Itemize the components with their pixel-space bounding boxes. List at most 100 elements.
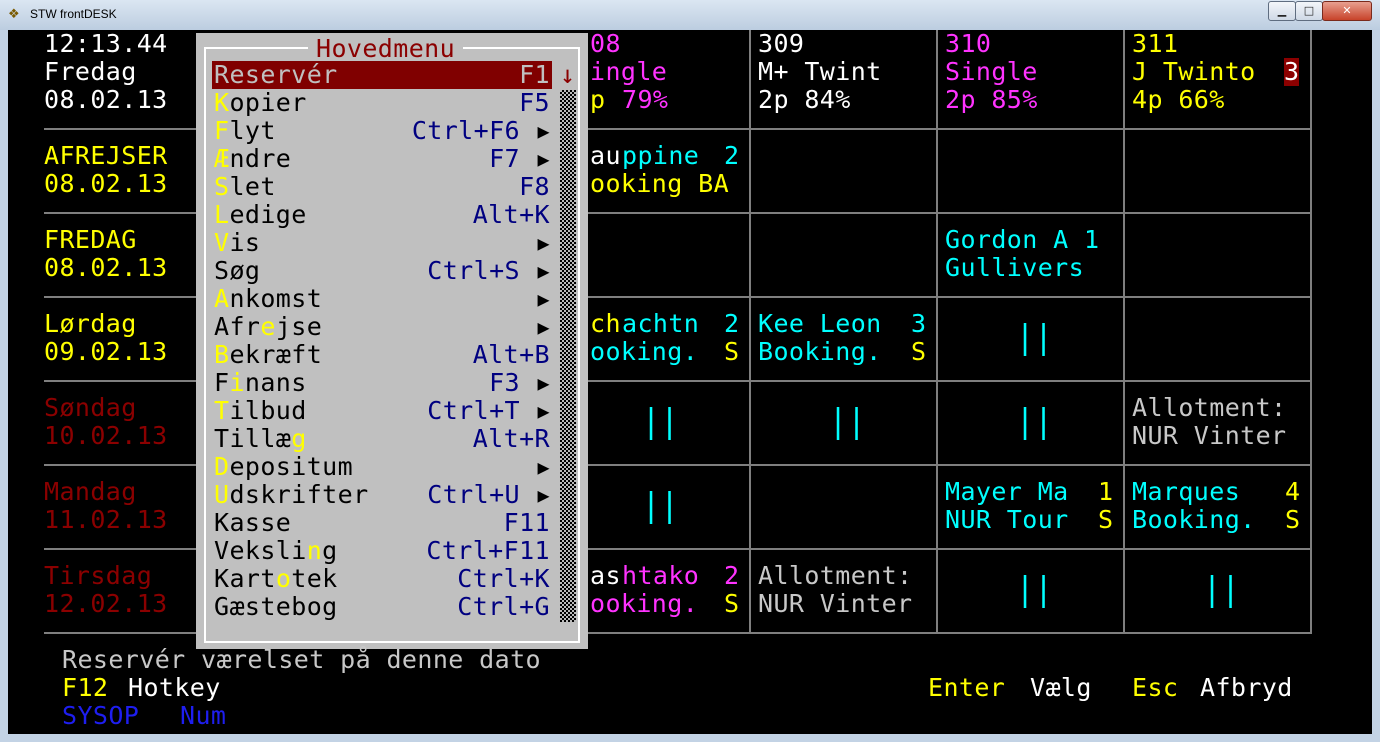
menu-item[interactable]: Afrejse ▶ xyxy=(212,313,552,341)
occupied-bars[interactable]: || xyxy=(1016,391,1053,453)
menu-item-shortcut: F5 xyxy=(519,88,550,117)
occupied-bars[interactable]: || xyxy=(829,391,866,453)
booking-flag: S xyxy=(911,337,927,366)
booking-name[interactable]: achtn xyxy=(622,310,699,338)
menu-item[interactable]: Veksling Ctrl+F11 xyxy=(212,537,552,565)
room-number[interactable]: 309 xyxy=(758,30,804,58)
minimize-button[interactable]: ▁ xyxy=(1268,1,1296,21)
menu-item-label: Kartotek xyxy=(214,565,338,593)
menu-item-shortcut: Ctrl+F6 xyxy=(411,116,520,145)
room-occupancy: 2p 84% xyxy=(758,85,851,114)
menu-item-label-post: tek xyxy=(291,564,338,593)
menu-scrollbar[interactable] xyxy=(560,90,576,622)
menu-item[interactable]: Kopier F5 xyxy=(212,89,552,117)
menu-item[interactable]: Reservér F1 xyxy=(212,61,552,89)
occupied-bars[interactable]: || xyxy=(642,475,679,537)
booking-name[interactable]: ppine xyxy=(622,142,699,170)
close-button[interactable]: ✕ xyxy=(1322,1,1372,21)
menu-item[interactable]: Bekræft Alt+B xyxy=(212,341,552,369)
grid-line xyxy=(749,30,751,634)
menu-item-shortcut: Alt+R xyxy=(472,424,550,453)
menu-item[interactable]: Søg Ctrl+S ▶ xyxy=(212,257,552,285)
menu-item-label: Kasse xyxy=(214,509,291,537)
room-number[interactable]: 311 xyxy=(1132,30,1178,58)
menu-item[interactable]: Finans F3 ▶ xyxy=(212,369,552,397)
menu-item-shortcut: F3 xyxy=(489,368,520,397)
booking-name[interactable]: Gordon A 1 xyxy=(945,226,1100,254)
booking-guests: 1 xyxy=(1098,477,1114,506)
menu-item-label-post: g xyxy=(322,536,338,565)
booking-name[interactable]: Marques xyxy=(1132,478,1240,506)
room-number[interactable]: 08 xyxy=(590,30,621,58)
room-number[interactable]: 310 xyxy=(945,30,991,58)
menu-item-label-post: edige xyxy=(229,200,307,229)
allotment-label[interactable]: Allotment: xyxy=(758,562,913,590)
app-window: ❖ STW frontDESK ▁ □ ✕ 12:13.44 Fredag 08… xyxy=(0,0,1380,742)
booking-cell[interactable]: au xyxy=(590,142,621,170)
booking-cell[interactable]: as xyxy=(590,562,621,590)
scroll-arrow-icon[interactable]: ↓ xyxy=(560,61,578,89)
menu-item[interactable]: Tillæg Alt+R xyxy=(212,425,552,453)
menu-item-label-post: nans xyxy=(244,368,307,397)
room-badge: 3 xyxy=(1284,57,1300,86)
menu-item[interactable]: Slet F8 xyxy=(212,173,552,201)
user-indicator: SYSOP xyxy=(62,701,140,730)
title-bar[interactable]: ❖ STW frontDESK ▁ □ ✕ xyxy=(0,0,1380,30)
esc-label[interactable]: Afbryd xyxy=(1200,674,1293,702)
occupied-bars[interactable]: || xyxy=(642,391,679,453)
menu-item[interactable]: Gæstebog Ctrl+G xyxy=(212,593,552,621)
menu-item-label: Tillæg xyxy=(214,425,307,453)
day-label: Søndag xyxy=(44,393,137,422)
menu-item-shortcut: Ctrl+T xyxy=(427,396,520,425)
submenu-arrow-icon: ▶ xyxy=(537,231,550,255)
menu-item[interactable]: Ankomst ▶ xyxy=(212,285,552,313)
menu-item-hotkey-letter: T xyxy=(214,396,230,425)
menu-item[interactable]: Tilbud Ctrl+T ▶ xyxy=(212,397,552,425)
room-type: M+ Twint xyxy=(758,57,882,86)
booking-guests: 2 xyxy=(724,309,740,338)
menu-item-label-pre: Kart xyxy=(214,564,276,593)
menu-item[interactable]: Ændre F7 ▶ xyxy=(212,145,552,173)
hotkey-key: F12 xyxy=(62,673,109,702)
hotkey-label[interactable]: Hotkey xyxy=(128,674,221,702)
menu-item-label-pre: Gæstebog xyxy=(214,592,338,621)
booking-status: ooking. xyxy=(590,337,699,366)
booking-name[interactable]: Mayer Ma xyxy=(945,478,1069,506)
menu-item[interactable]: Kartotek Ctrl+K xyxy=(212,565,552,593)
occupied-bars[interactable]: || xyxy=(1016,307,1053,369)
menu-item-label-post: ekræft xyxy=(229,340,323,369)
booking-guests: 3 xyxy=(911,309,927,338)
terminal-screen[interactable]: 12:13.44 Fredag 08.02.13 08 ingle p 79% … xyxy=(8,30,1372,734)
menu-item-label: Kopier xyxy=(214,89,307,117)
menu-item[interactable]: Vis ▶ xyxy=(212,229,552,257)
menu-item-label: Udskrifter xyxy=(214,481,369,509)
booking-name[interactable]: Kee Leon xyxy=(758,310,882,338)
menu-item-hotkey-letter: e xyxy=(260,312,276,341)
submenu-arrow-icon: ▶ xyxy=(537,259,550,283)
allotment-name: NUR Vinter xyxy=(1132,421,1287,450)
menu-item[interactable]: Kasse F11 xyxy=(212,509,552,537)
maximize-button[interactable]: □ xyxy=(1295,1,1323,21)
menu-item-label: Tilbud xyxy=(214,397,307,425)
allotment-label[interactable]: Allotment: xyxy=(1132,394,1287,422)
occupied-bars[interactable]: || xyxy=(1203,559,1240,621)
menu-item-label: Slet xyxy=(214,173,276,201)
booking-cell[interactable]: ch xyxy=(590,310,621,338)
menu-item[interactable]: Udskrifter Ctrl+U ▶ xyxy=(212,481,552,509)
menu-item-shortcut: Alt+K xyxy=(472,200,550,229)
booking-name[interactable]: htako xyxy=(622,562,699,590)
menu-item[interactable]: Depositum ▶ xyxy=(212,453,552,481)
menu-item[interactable]: Flyt Ctrl+F6 ▶ xyxy=(212,117,552,145)
menu-item-label-post: dskrifter xyxy=(229,480,369,509)
occupied-bars[interactable]: || xyxy=(1016,559,1053,621)
menu-item-hotkey-letter: i xyxy=(229,368,245,397)
menu-item[interactable]: Ledige Alt+K xyxy=(212,201,552,229)
clock-time: 12:13.44 xyxy=(44,30,168,58)
menu-item-shortcut: F1 xyxy=(519,60,550,89)
submenu-arrow-icon: ▶ xyxy=(537,455,550,479)
enter-label[interactable]: Vælg xyxy=(1030,674,1092,702)
submenu-arrow-icon: ▶ xyxy=(537,147,550,171)
menu-item-hotkey-letter: S xyxy=(214,172,230,201)
menu-item-label: Reservér xyxy=(214,61,338,89)
menu-item-label-post: is xyxy=(229,228,261,257)
